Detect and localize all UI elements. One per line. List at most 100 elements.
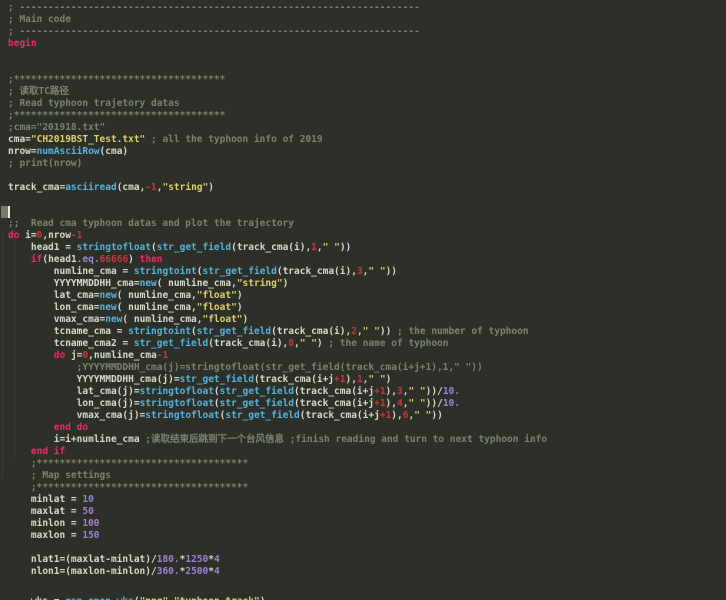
code-token: -1 (157, 350, 168, 361)
code-line: nlat1=(maxlat-minlat)/180.*1250*4 (8, 554, 726, 566)
code-line: ;************************************* (8, 482, 726, 494)
code-token: ))/ (426, 398, 443, 409)
code-line: ; Map settings (8, 470, 726, 482)
code-token: new (100, 302, 117, 313)
code-token: minlon = (8, 518, 82, 529)
code-token: new (100, 290, 117, 301)
code-token: " " (408, 398, 425, 409)
code-line: ;************************************* (8, 458, 726, 470)
code-token: ;读取结束后跳到下一个台风信息 ;finish reading and turn… (145, 434, 547, 445)
code-token: "float" (202, 314, 242, 325)
code-token: YYYYMMDDHH_cma= (8, 278, 140, 289)
code-token: gsn_open_wks (65, 596, 134, 600)
code-token: nrow= (8, 146, 37, 157)
code-text-area[interactable]: ; --------------------------------------… (8, 2, 726, 600)
code-editor[interactable]: ; --------------------------------------… (0, 0, 726, 600)
code-token: ; the name of typhoon (328, 338, 448, 349)
code-token: " " (323, 242, 340, 253)
code-line: ; Main code (8, 14, 726, 26)
code-token: ; Read typhoon trajetory datas (8, 98, 180, 109)
code-token: )) (340, 242, 351, 253)
code-line: do i=0,nrow-1 (8, 230, 726, 242)
code-token: 4 (214, 554, 220, 565)
code-line: vmax_cma(j)=stringtofloat(str_get_field(… (8, 410, 726, 422)
code-token: do (8, 230, 19, 241)
code-line: begin (8, 38, 726, 50)
code-token: (track_cma(i+j (254, 374, 334, 385)
code-token: .eq. (77, 254, 100, 265)
code-token: numAsciiRow (37, 146, 100, 157)
code-token: )) (386, 266, 397, 277)
code-line: minlat = 10 (8, 494, 726, 506)
code-token: stringtoint (134, 266, 197, 277)
code-token: ) (208, 182, 214, 193)
code-token: ), (391, 410, 402, 421)
code-token: ) (260, 596, 266, 600)
indent-guide (2, 230, 3, 478)
code-line (8, 542, 726, 554)
code-token: ;************************************* (8, 482, 248, 493)
code-token: nlat1=(maxlat-minlat)/ (8, 554, 157, 565)
code-token: ( numline_cma, (117, 290, 197, 301)
code-line: i=i+numline_cma ;读取结束后跳到下一个台风信息 ;finish … (8, 434, 726, 446)
code-token: ), (386, 386, 397, 397)
code-token: (track_cma(i), (277, 266, 357, 277)
code-token: 10. (443, 386, 460, 397)
code-token: (track_cma(i+j (294, 398, 374, 409)
code-token: ) (317, 338, 328, 349)
code-line: track_cma=asciiread(cma,-1,"string") (8, 182, 726, 194)
code-token: "float" (197, 290, 237, 301)
code-token: " " (414, 410, 431, 421)
code-token: lon_cma= (8, 302, 100, 313)
code-token: cma= (8, 134, 31, 145)
code-line: end do (8, 422, 726, 434)
code-token: ; print(nrow) (8, 158, 82, 169)
code-line (8, 170, 726, 182)
code-line (8, 50, 726, 62)
code-token: ( numline_cma, (157, 278, 237, 289)
code-line: head1 = stringtofloat(str_get_field(trac… (8, 242, 726, 254)
code-token: (cma) (100, 146, 129, 157)
code-token: -1 (71, 230, 82, 241)
code-line: ; --------------------------------------… (8, 2, 726, 14)
code-line: maxlon = 150 (8, 530, 726, 542)
code-token: (cma, (117, 182, 146, 193)
code-token: (track_cma(i), (231, 242, 311, 253)
code-token: numline_cma = (8, 266, 134, 277)
code-line: lon_cma=new( numline_cma,"float") (8, 302, 726, 314)
code-token: (track_cma(i), (271, 326, 351, 337)
code-token: lon_cma(j)= (8, 398, 140, 409)
code-line: ;; Read cma typhoon datas and plot the t… (8, 218, 726, 230)
code-token: str_get_field (225, 410, 299, 421)
code-token: stringtofloat (145, 410, 219, 421)
code-token: ), (386, 398, 397, 409)
code-token: ; Main code (8, 14, 71, 25)
code-token: str_get_field (197, 326, 271, 337)
code-token: ; Map settings (8, 470, 111, 481)
code-line: tcname_cma2 = str_get_field(track_cma(i)… (8, 338, 726, 350)
code-token: str_get_field (203, 266, 277, 277)
code-token: ,nrow (42, 230, 71, 241)
code-token: ;; Read cma typhoon datas and plot the t… (8, 218, 294, 229)
code-token (8, 422, 54, 433)
code-token: ) (243, 314, 249, 325)
code-token: maxlat = (8, 506, 82, 517)
code-line: minlon = 100 (8, 518, 726, 530)
code-token: begin (8, 38, 37, 49)
code-line: ; 读取TC路径 (8, 86, 726, 98)
code-token: maxlon = (8, 530, 82, 541)
code-token: 180. (157, 554, 180, 565)
code-token: new (140, 278, 157, 289)
code-line: ; Read typhoon trajetory datas (8, 98, 726, 110)
code-token: 360. (157, 566, 180, 577)
code-line: vmax_cma=new( numline_cma,"float") (8, 314, 726, 326)
code-token: tcname_cma2 = (8, 338, 134, 349)
code-token: vmax_cma(j)= (8, 410, 145, 421)
code-line: ; print(nrow) (8, 158, 726, 170)
code-token: i= (19, 230, 36, 241)
code-token: i=i+numline_cma (8, 434, 145, 445)
code-token: str_get_field (157, 242, 231, 253)
code-token: (track_cma(i), (208, 338, 288, 349)
code-line (8, 206, 726, 218)
code-token: 4 (214, 566, 220, 577)
